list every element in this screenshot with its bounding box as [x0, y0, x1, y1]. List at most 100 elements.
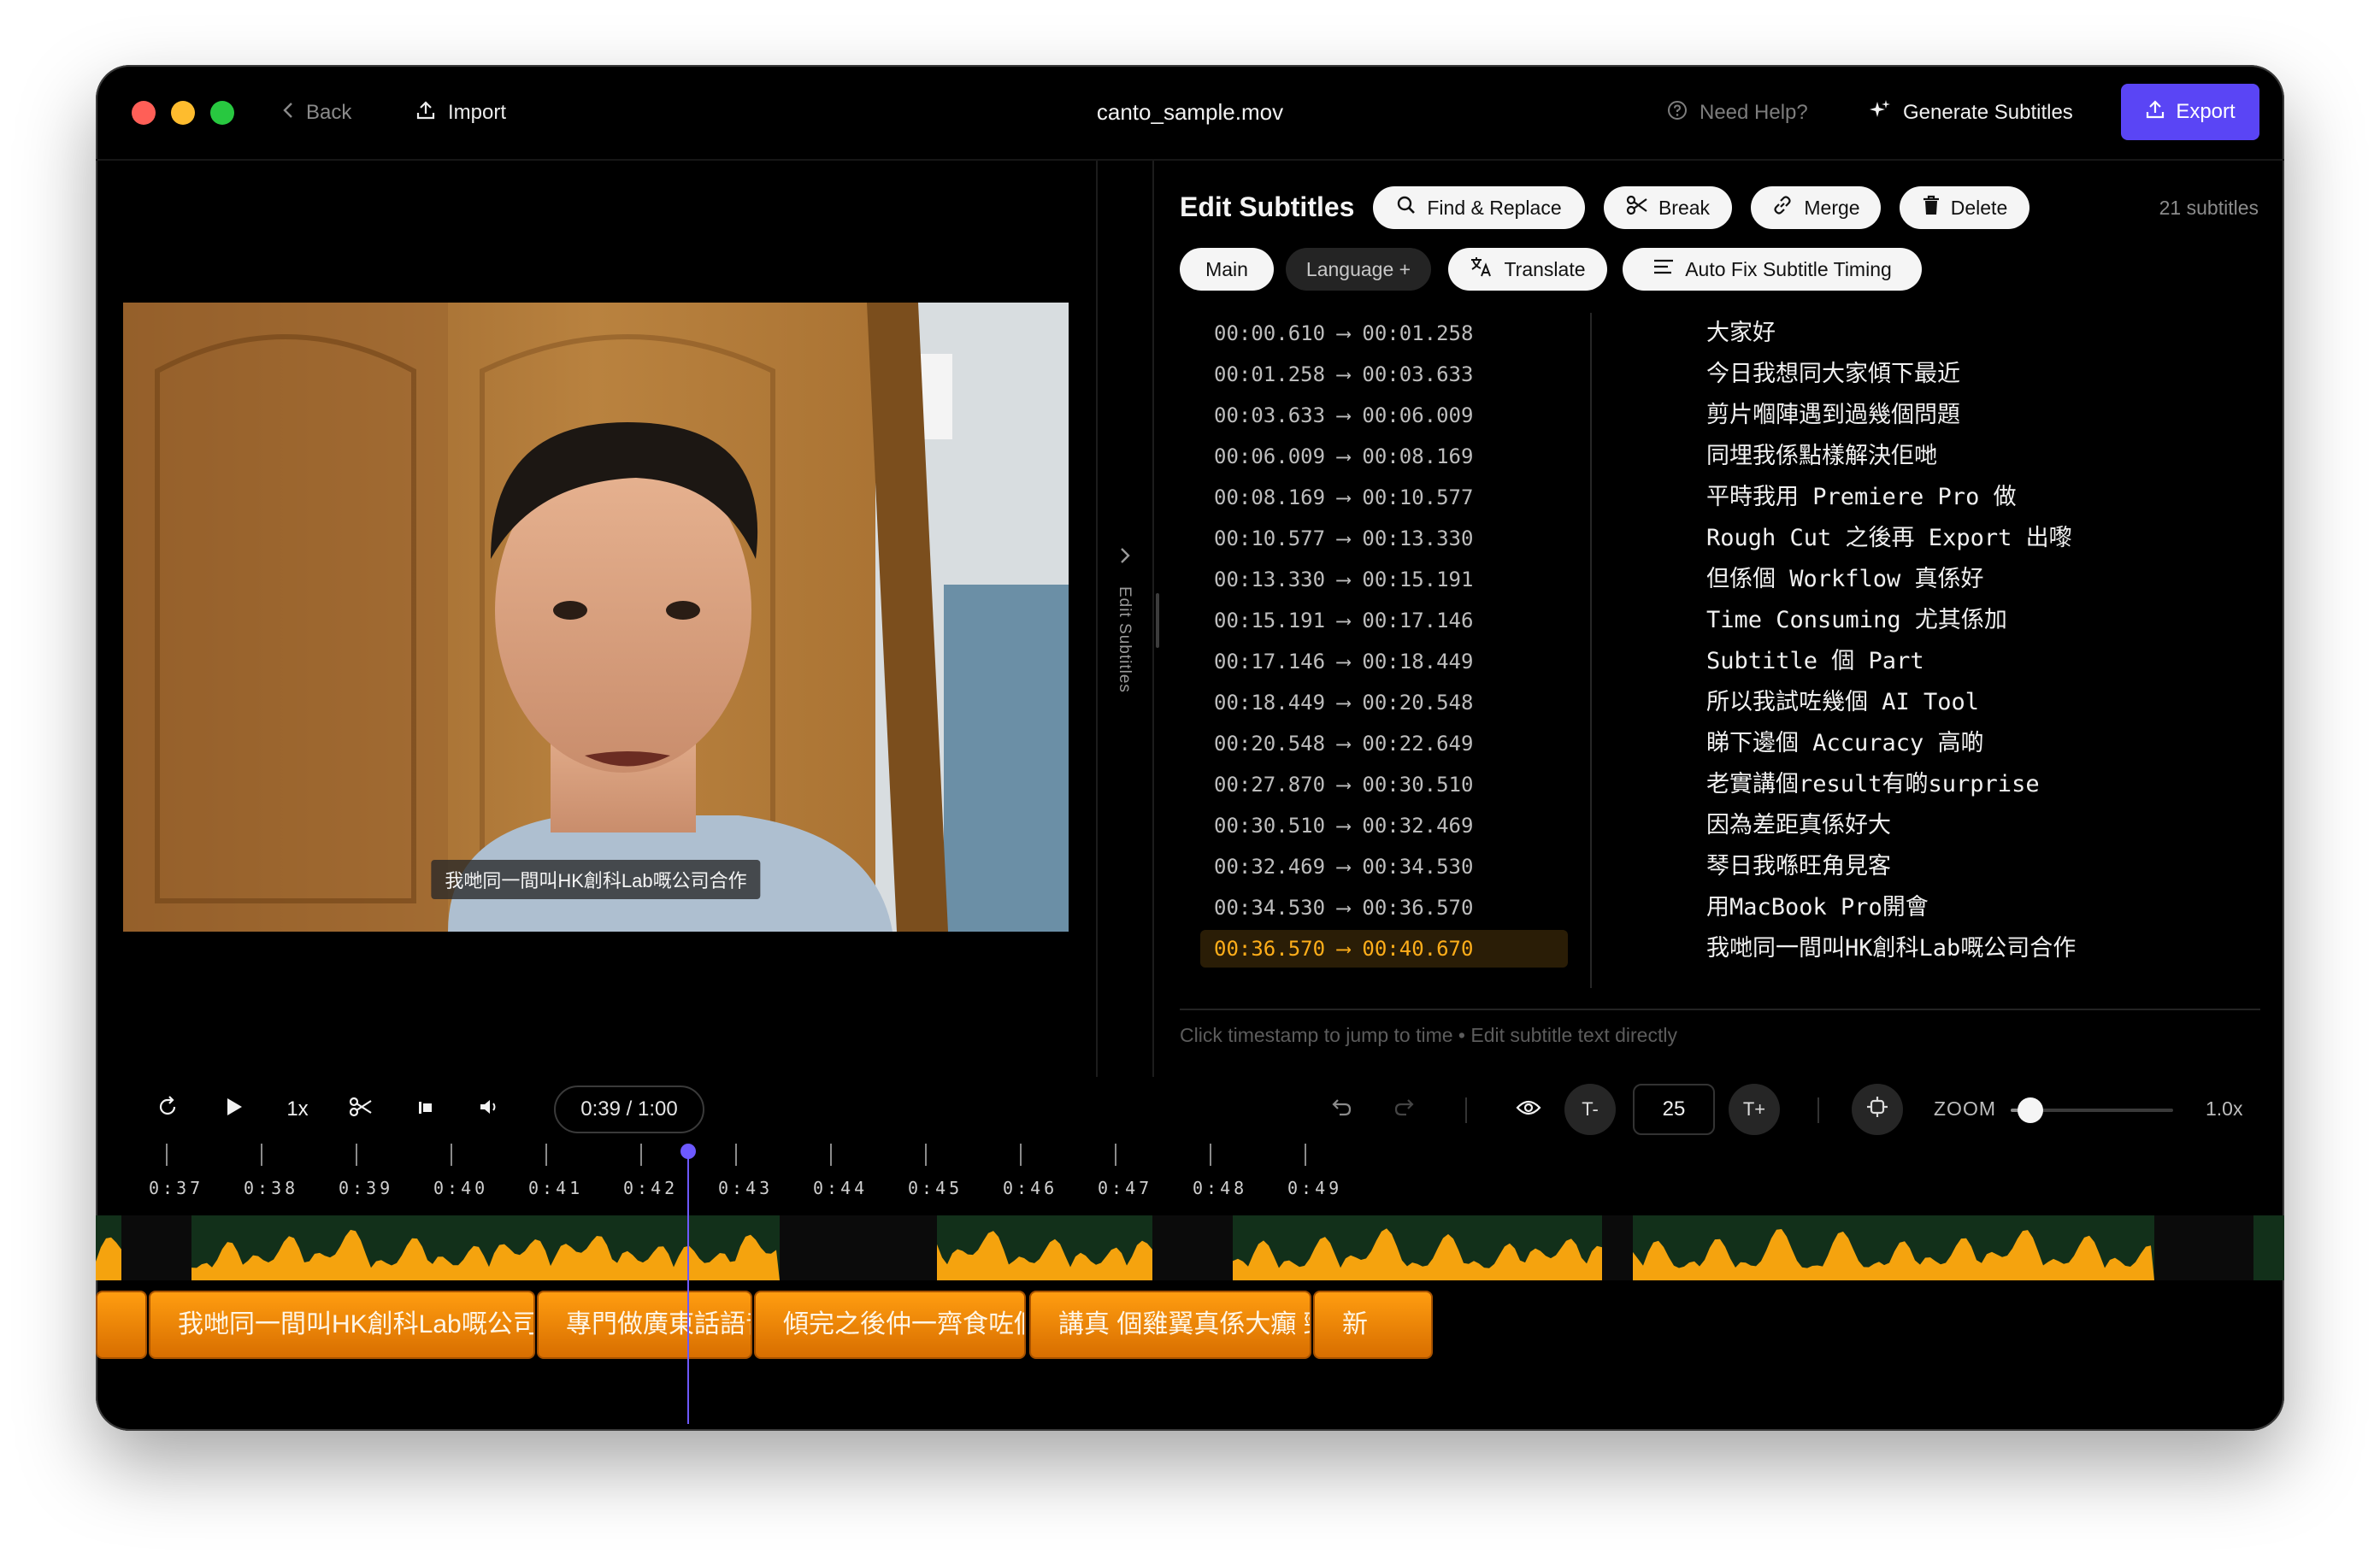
tab-add-language[interactable]: Language + [1286, 248, 1431, 291]
timeline-tick-label: 0:43 [718, 1178, 774, 1198]
collapse-panel-tab[interactable]: Edit Subtitles [1110, 544, 1144, 766]
subtitle-clip-track: 我哋同一間叫HK創科Lab嘅公司合作專門做廣東話語音識別傾完之後仲一齊食咗個 M… [96, 1291, 2284, 1359]
find-replace-button[interactable]: Find & Replace [1373, 186, 1585, 229]
subtitle-text[interactable]: 琴日我喺旺角見客 [1706, 848, 1891, 885]
fit-timeline-button[interactable] [1852, 1084, 1903, 1135]
subtitle-text[interactable]: 大家好 [1706, 315, 1776, 352]
subtitle-timestamp[interactable]: 00:18.449 ⟶ 00:20.548 [1200, 684, 1568, 721]
subtitle-start-time: 00:27.870 [1214, 773, 1326, 797]
export-button[interactable]: Export [2121, 84, 2259, 140]
subtitle-end-time: 00:22.649 [1362, 732, 1474, 756]
video-caption-overlay: 我哋同一間叫HK創科Lab嘅公司合作 [431, 860, 761, 899]
translate-button[interactable]: Translate [1448, 248, 1607, 291]
subtitle-text[interactable]: 剪片嗰陣遇到過幾個問題 [1706, 397, 1960, 434]
subtitle-timestamp[interactable]: 00:01.258 ⟶ 00:03.633 [1200, 356, 1568, 393]
timeline-tick-label: 0:47 [1098, 1178, 1153, 1198]
subtitle-text[interactable]: 平時我用 Premiere Pro 做 [1706, 479, 2017, 516]
resize-handle[interactable] [1156, 593, 1159, 648]
subtitle-end-time: 00:01.258 [1362, 321, 1474, 345]
subtitle-text[interactable]: 用MacBook Pro開會 [1706, 889, 1929, 927]
subtitle-timestamp[interactable]: 00:10.577 ⟶ 00:13.330 [1200, 520, 1568, 557]
subtitle-clip[interactable] [96, 1291, 147, 1359]
volume-button[interactable] [472, 1092, 506, 1127]
subtitle-text[interactable]: Subtitle 個 Part [1706, 643, 1924, 680]
maximize-window-button[interactable] [210, 101, 234, 125]
import-button[interactable]: Import [415, 97, 506, 128]
controls-separator [1465, 1097, 1467, 1123]
playback-speed-button[interactable]: 1x [280, 1092, 315, 1127]
delete-label: Delete [1950, 196, 2008, 219]
video-preview[interactable]: 我哋同一間叫HK創科Lab嘅公司合作 [123, 303, 1069, 932]
back-button[interactable]: Back [282, 97, 351, 128]
redo-button[interactable] [1387, 1092, 1421, 1127]
subtitle-clip[interactable]: 我哋同一間叫HK創科Lab嘅公司合作 [149, 1291, 535, 1359]
auto-fix-timing-button[interactable]: Auto Fix Subtitle Timing [1623, 248, 1922, 291]
subtitle-text[interactable]: 我哋同一間叫HK創科Lab嘅公司合作 [1706, 930, 2076, 968]
subtitle-row: 00:34.530 ⟶ 00:36.570 用MacBook Pro開會 [1200, 885, 2183, 927]
timeline-tick-label: 0:45 [908, 1178, 963, 1198]
play-button[interactable] [217, 1092, 251, 1127]
subtitle-timestamp[interactable]: 00:03.633 ⟶ 00:06.009 [1200, 397, 1568, 434]
subtitle-timestamp[interactable]: 00:13.330 ⟶ 00:15.191 [1200, 561, 1568, 598]
minimize-window-button[interactable] [171, 101, 195, 125]
import-label: Import [448, 101, 507, 124]
playhead[interactable] [687, 1150, 689, 1424]
controls-separator [1817, 1097, 1819, 1123]
arrow-right-icon: ⟶ [1325, 362, 1363, 386]
undo-button[interactable] [1325, 1092, 1359, 1127]
generate-subtitles-button[interactable]: Generate Subtitles [1869, 97, 2073, 128]
subtitle-text[interactable]: Time Consuming 尤其係加 [1706, 602, 2007, 639]
subtitle-text[interactable]: Rough Cut 之後再 Export 出嚟 [1706, 520, 2072, 557]
subtitle-timestamp[interactable]: 00:32.469 ⟶ 00:34.530 [1200, 848, 1568, 885]
subtitle-timestamp[interactable]: 00:00.610 ⟶ 00:01.258 [1200, 315, 1568, 352]
subtitle-text[interactable]: 同埋我係點樣解決佢哋 [1706, 438, 1937, 475]
break-button[interactable]: Break [1604, 186, 1732, 229]
subtitle-timestamp[interactable]: 00:06.009 ⟶ 00:08.169 [1200, 438, 1568, 475]
split-button[interactable] [344, 1092, 378, 1127]
timeline-tick [830, 1144, 832, 1166]
timeline-ruler[interactable]: 0:37 0:38 0:39 0:40 0:41 0:42 0:43 0:44 0:45 0:46… [96, 1144, 2284, 1215]
subtitle-timestamp[interactable]: 00:34.530 ⟶ 00:36.570 [1200, 889, 1568, 927]
audio-waveform-track[interactable] [96, 1215, 2284, 1280]
subtitle-text[interactable]: 但係個 Workflow 真係好 [1706, 561, 1984, 598]
trim-marker-button[interactable] [409, 1092, 443, 1127]
arrow-right-icon: ⟶ [1325, 773, 1363, 797]
subtitle-text[interactable]: 因為差距真係好大 [1706, 807, 1891, 844]
subtitle-clip[interactable]: 新 [1313, 1291, 1433, 1359]
panel-divider [1152, 161, 1154, 1077]
font-size-decrease-button[interactable]: T- [1564, 1084, 1616, 1135]
subtitle-timestamp[interactable]: 00:08.169 ⟶ 00:10.577 [1200, 479, 1568, 516]
audio-waveform [96, 1215, 2284, 1280]
help-button[interactable]: Need Help? [1667, 97, 1808, 128]
timeline-tick [925, 1144, 927, 1166]
close-window-button[interactable] [132, 101, 156, 125]
subtitle-text[interactable]: 所以我試咗幾個 AI Tool [1706, 684, 1979, 721]
delete-button[interactable]: Delete [1900, 186, 2029, 229]
subtitle-timestamp[interactable]: 00:27.870 ⟶ 00:30.510 [1200, 766, 1568, 803]
merge-button[interactable]: Merge [1751, 186, 1881, 229]
subtitle-timestamp[interactable]: 00:36.570 ⟶ 00:40.670 [1200, 930, 1568, 968]
timeline-tick-label: 0:48 [1193, 1178, 1248, 1198]
tab-main[interactable]: Main [1180, 248, 1274, 291]
subtitle-clip[interactable]: 講真 個雞翼真係大癲 勁好食 [1029, 1291, 1311, 1359]
font-size-increase-button[interactable]: T+ [1729, 1084, 1780, 1135]
subtitle-timestamp[interactable]: 00:20.548 ⟶ 00:22.649 [1200, 725, 1568, 762]
font-size-input[interactable]: 25 [1633, 1084, 1715, 1135]
question-circle-icon [1667, 100, 1688, 126]
subtitle-text[interactable]: 老實講個result有啲surprise [1706, 766, 2040, 803]
subtitle-end-time: 00:34.530 [1362, 855, 1474, 879]
toggle-preview-button[interactable] [1511, 1092, 1546, 1127]
zoom-slider-thumb[interactable] [2017, 1097, 2043, 1123]
timeline-tick-label: 0:37 [149, 1178, 204, 1198]
subtitle-timestamp[interactable]: 00:15.191 ⟶ 00:17.146 [1200, 602, 1568, 639]
subtitle-text[interactable]: 睇下邊個 Accuracy 高啲 [1706, 725, 1984, 762]
playhead-handle[interactable] [680, 1144, 696, 1159]
subtitle-clip[interactable]: 傾完之後仲一齊食咗個 M 記 [754, 1291, 1026, 1359]
zoom-label: ZOOM [1934, 1097, 1996, 1120]
subtitle-timestamp[interactable]: 00:30.510 ⟶ 00:32.469 [1200, 807, 1568, 844]
subtitle-clip[interactable]: 專門做廣東話語音識別 [537, 1291, 752, 1359]
arrow-right-icon: ⟶ [1325, 814, 1363, 838]
subtitle-timestamp[interactable]: 00:17.146 ⟶ 00:18.449 [1200, 643, 1568, 680]
subtitle-text[interactable]: 今日我想同大家傾下最近 [1706, 356, 1960, 393]
redo-loop-button[interactable] [150, 1092, 185, 1127]
